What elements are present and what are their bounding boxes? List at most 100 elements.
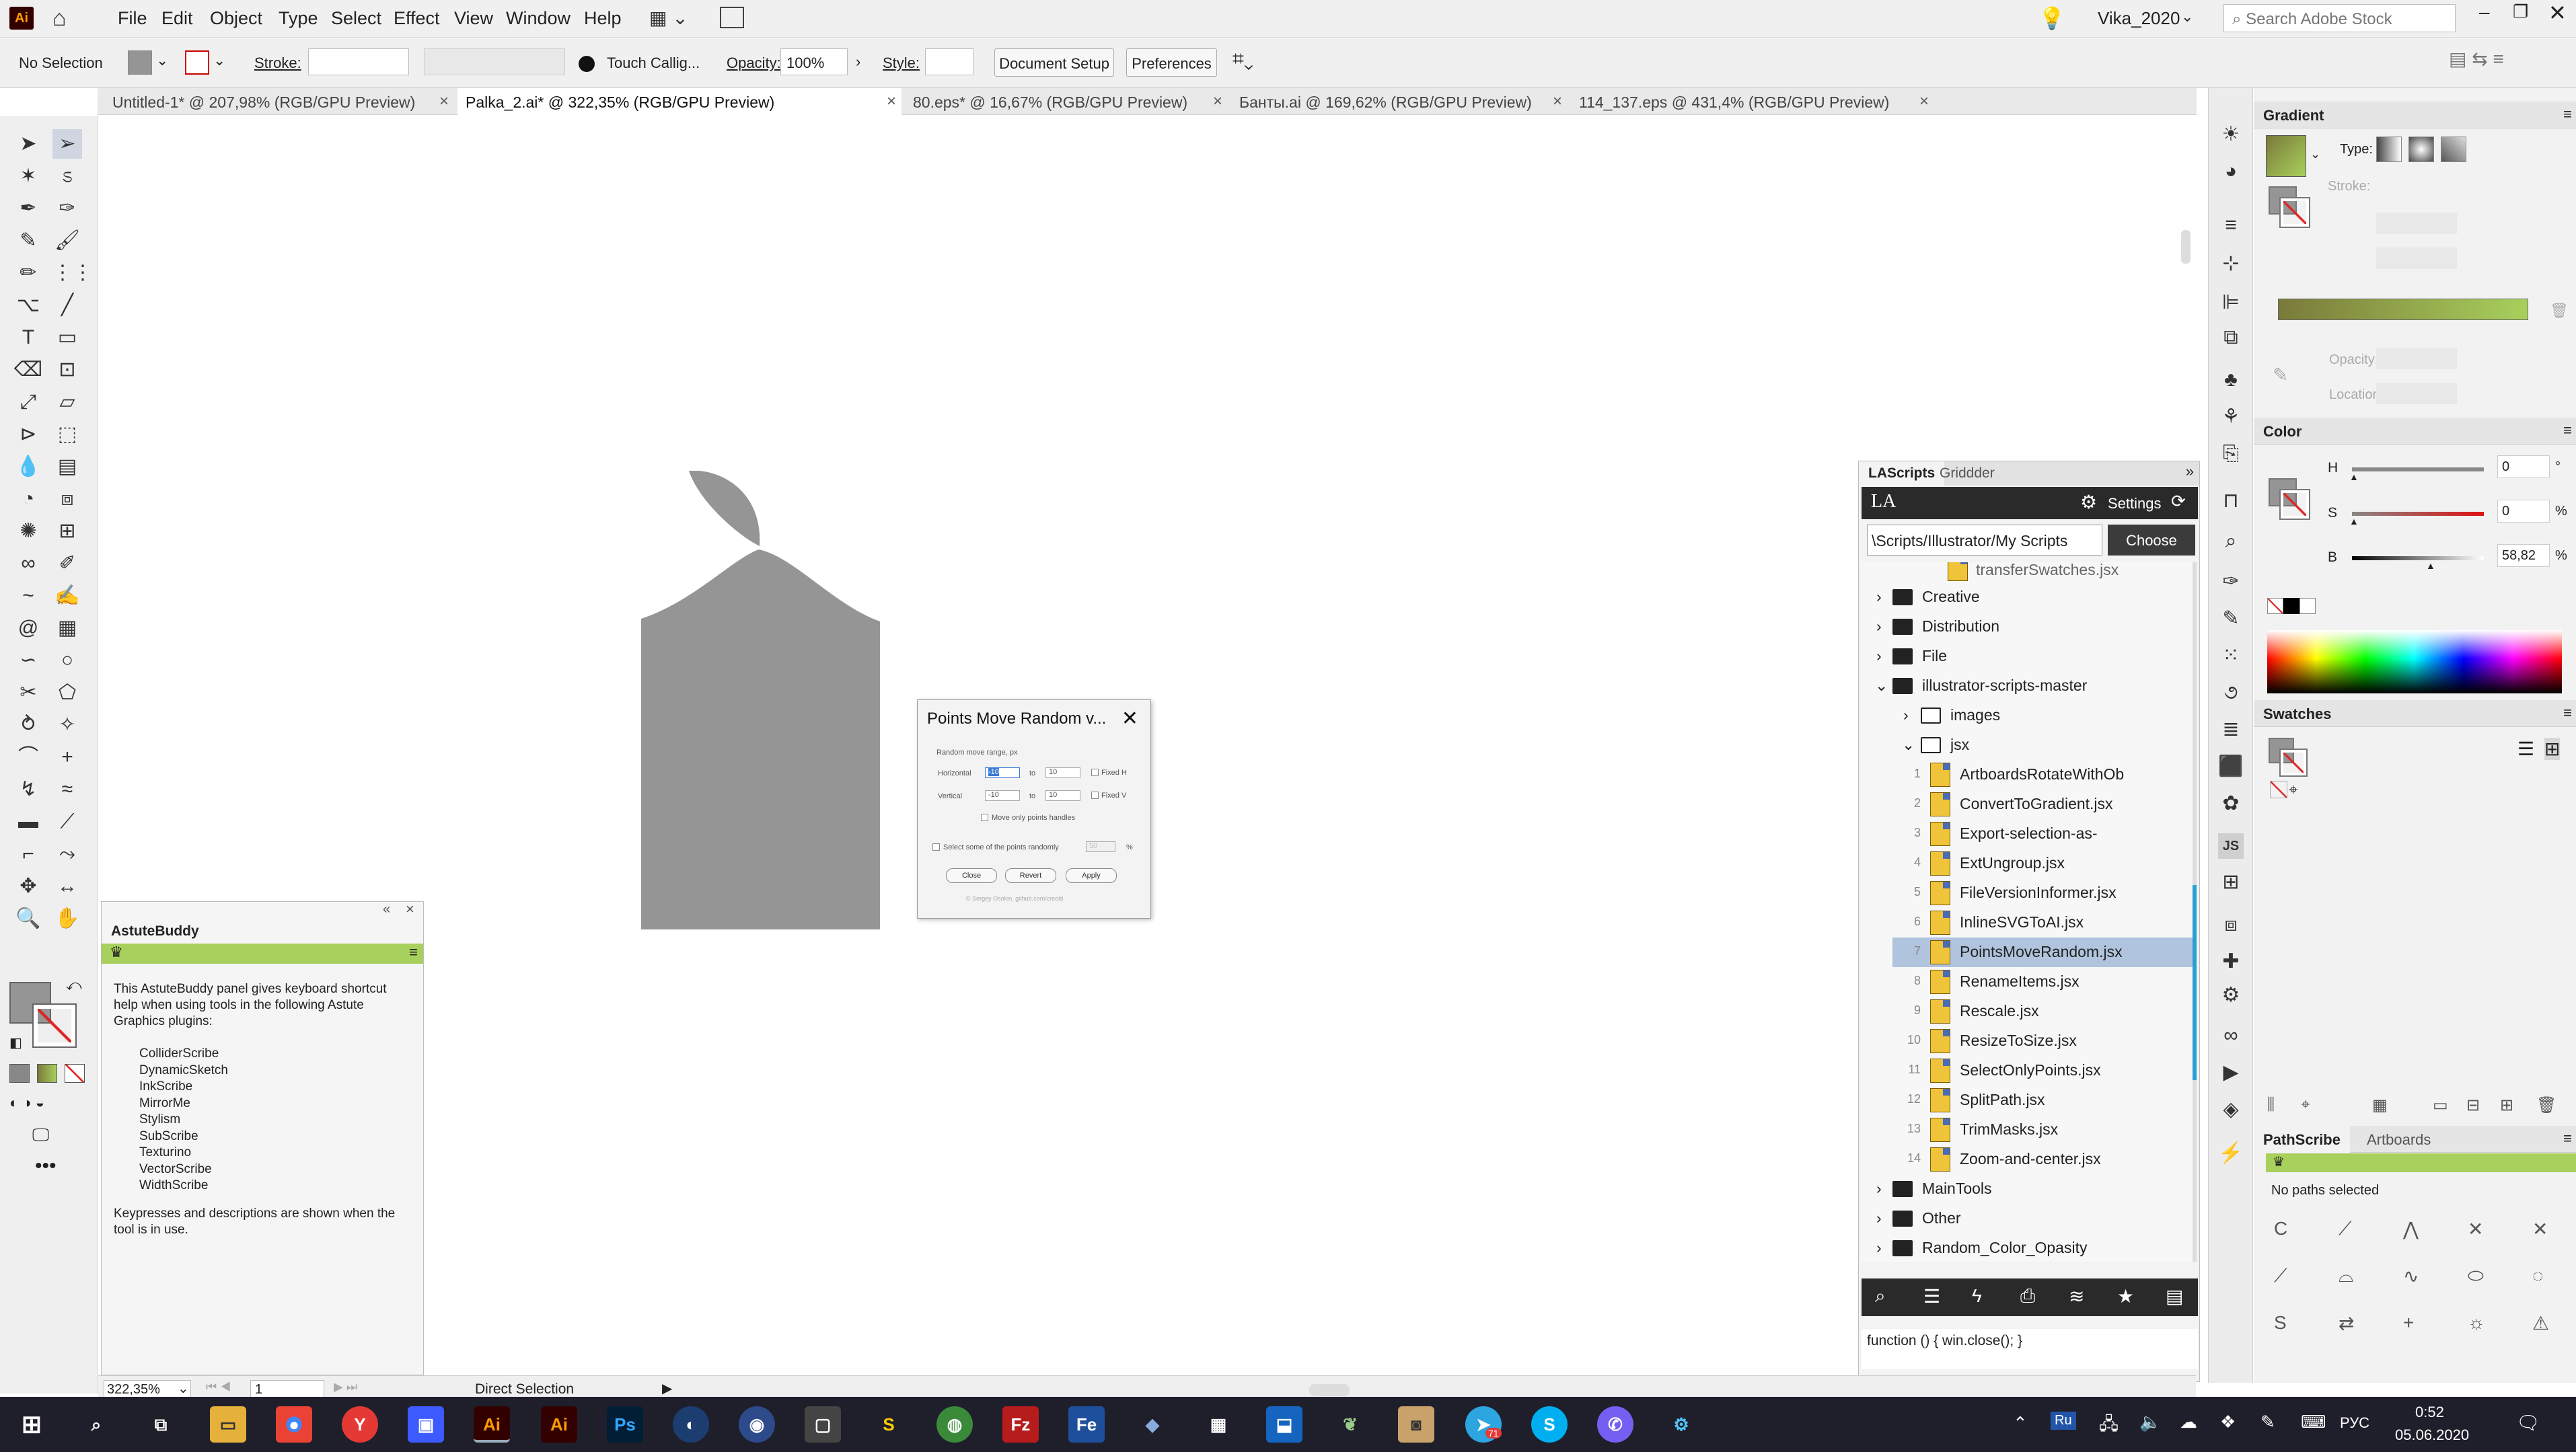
knife-tool-icon[interactable]: ⟋ bbox=[52, 807, 82, 837]
stroke-panel-icon[interactable]: ≡ bbox=[2218, 213, 2244, 238]
lasso-tool-icon[interactable]: ಽ bbox=[52, 161, 82, 191]
file-icon[interactable]: ▤ bbox=[2166, 1285, 2183, 1307]
menu-object[interactable]: Object bbox=[210, 8, 262, 29]
close-tab-icon[interactable]: × bbox=[1553, 92, 1562, 111]
tree-file-row[interactable]: 5 FileVersionInformer.jsx bbox=[1862, 878, 2197, 908]
expand-arrow-icon[interactable]: › bbox=[1876, 1209, 1882, 1227]
magic-wand-tool-icon[interactable]: ✶ bbox=[13, 161, 43, 191]
artboard-nav-next-icon[interactable]: ▶ ⏭ bbox=[334, 1380, 357, 1394]
color-stroke-swatch[interactable] bbox=[2279, 489, 2310, 520]
app-gear-icon[interactable]: ⚙ bbox=[1663, 1406, 1699, 1443]
symbol-sprayer-tool-icon[interactable]: ✺ bbox=[13, 517, 43, 546]
tree-folder-maintools[interactable]: › MainTools bbox=[1862, 1174, 2197, 1204]
trash-icon[interactable]: 🗑 bbox=[2550, 302, 2569, 319]
app-gem-icon[interactable]: ◆ bbox=[1134, 1406, 1171, 1443]
filezilla-icon[interactable]: Fz bbox=[1002, 1406, 1039, 1443]
paintbrush-tool-icon[interactable]: 🖌 bbox=[52, 226, 82, 256]
expand-arrow-icon[interactable]: › bbox=[1876, 1239, 1882, 1257]
box-icon[interactable]: ⬛ bbox=[2218, 754, 2244, 779]
panel-options-icon[interactable]: ▤ ⇆ ≡ bbox=[2449, 48, 2504, 70]
expand-arrow-icon[interactable]: › bbox=[1876, 1180, 1882, 1198]
line-tool-icon[interactable]: ╱ bbox=[52, 291, 82, 320]
anchor-adjust-tool-icon[interactable]: ✥ bbox=[13, 872, 43, 901]
gradient-preview-swatch[interactable] bbox=[2266, 135, 2306, 177]
menu-window[interactable]: Window bbox=[506, 8, 571, 29]
choose-button[interactable]: Choose bbox=[2108, 525, 2195, 556]
tray-pen-icon[interactable]: ✎ bbox=[2260, 1412, 2275, 1432]
inbox-icon[interactable]: ⎙ bbox=[2020, 1285, 2035, 1307]
stroke-chevron-icon[interactable]: ⌄ bbox=[213, 52, 225, 69]
close-tab-icon[interactable]: × bbox=[1213, 92, 1222, 111]
blend-tool-icon[interactable]: ∞ bbox=[13, 549, 43, 578]
play-icon[interactable]: ▶ bbox=[2218, 1060, 2244, 1085]
settings-icon[interactable]: ⚙ bbox=[2218, 983, 2244, 1008]
swatch-options-icon[interactable]: ▦ bbox=[2372, 1096, 2388, 1115]
tree-file-row[interactable]: 7 PointsMoveRandom.jsx bbox=[1892, 938, 2193, 967]
tray-date[interactable]: 05.06.2020 bbox=[2395, 1426, 2469, 1444]
horizontal-from-input[interactable]: -10 bbox=[985, 767, 1020, 778]
screen-mode-icon[interactable]: 🖵 bbox=[32, 1124, 49, 1146]
radial-gradient-icon[interactable] bbox=[2408, 137, 2434, 162]
color-panel-header[interactable]: Color ≡ bbox=[2254, 418, 2576, 445]
puppet-warp-tool-icon[interactable]: ✧ bbox=[52, 710, 82, 740]
menu-file[interactable]: File bbox=[118, 8, 147, 29]
gradient-slider[interactable] bbox=[2278, 299, 2528, 320]
panel-menu-icon[interactable]: ≡ bbox=[2563, 422, 2572, 439]
tray-dropbox-icon[interactable]: ❖ bbox=[2220, 1412, 2236, 1432]
saturation-slider[interactable] bbox=[2352, 512, 2484, 516]
white-swatch[interactable] bbox=[2299, 598, 2316, 614]
list-icon[interactable]: ☰ bbox=[1923, 1285, 1940, 1307]
stroke-tool-icon[interactable]: ≈ bbox=[52, 775, 82, 804]
tree-scrollbar[interactable] bbox=[2193, 562, 2197, 1262]
search-icon[interactable]: ⌕ bbox=[78, 1406, 114, 1443]
close-window-icon[interactable]: ✕ bbox=[2548, 0, 2567, 26]
fixed-v-checkbox[interactable] bbox=[1091, 792, 1099, 799]
collapse-arrow-icon[interactable]: ⌄ bbox=[1902, 736, 1915, 754]
menu-type[interactable]: Type bbox=[279, 8, 318, 29]
swap-icon[interactable]: ⇄ bbox=[2339, 1312, 2354, 1334]
artboard-tool-icon[interactable]: ⊡ bbox=[52, 355, 82, 385]
grid-tool-icon[interactable]: ⋮⋮ bbox=[52, 258, 93, 288]
polygon-tool-icon[interactable]: ⬠ bbox=[52, 678, 82, 708]
search-icon[interactable]: ⌕ bbox=[1875, 1285, 1886, 1307]
graphic-styles-icon[interactable]: ⎘ bbox=[2218, 441, 2244, 467]
viber-icon[interactable]: ✆ bbox=[1597, 1406, 1633, 1443]
tree-row[interactable]: transferSwatches.jsx bbox=[1862, 562, 2197, 582]
fe-icon[interactable]: Fe bbox=[1068, 1406, 1105, 1443]
tray-chevron-icon[interactable]: ⌃ bbox=[2013, 1413, 2028, 1434]
close-button[interactable]: Close bbox=[946, 868, 997, 883]
puppet-icon[interactable]: ⚘ bbox=[2218, 404, 2244, 430]
registration-swatch[interactable]: ⌖ bbox=[2289, 781, 2298, 800]
tab-griddder[interactable]: Griddder bbox=[1940, 465, 1995, 482]
opacity-arrow-icon[interactable]: › bbox=[856, 53, 860, 71]
tab-artboards[interactable]: Artboards bbox=[2367, 1131, 2431, 1149]
none-mode-icon[interactable] bbox=[65, 1064, 85, 1083]
transform-icon[interactable]: ⊹ bbox=[2218, 251, 2244, 276]
scissors-tool-icon[interactable]: ✂ bbox=[13, 678, 43, 708]
fill-swatch[interactable] bbox=[128, 50, 152, 75]
variable-width-dropdown[interactable] bbox=[424, 48, 565, 75]
pathfinder-icon[interactable]: ⧉ bbox=[2218, 325, 2244, 350]
panel-menu-icon[interactable]: ≡ bbox=[2563, 1130, 2572, 1147]
draw-mode-icon[interactable]: ◐ ◑ ◒ bbox=[9, 1094, 44, 1112]
tree-folder-other[interactable]: › Other bbox=[1862, 1204, 2197, 1233]
chrome-icon[interactable]: ● bbox=[276, 1406, 312, 1443]
tray-network-icon[interactable]: 🖧 bbox=[2099, 1412, 2119, 1441]
brightness-value-field[interactable]: 58,82 bbox=[2497, 544, 2550, 567]
tree-folder-illustrator-scripts-master[interactable]: ⌄ illustrator-scripts-master bbox=[1862, 671, 2197, 701]
pencil-tool-icon[interactable]: ✎ bbox=[13, 226, 43, 256]
js-icon[interactable]: JS bbox=[2218, 833, 2244, 859]
selection-tool-icon[interactable]: ➤ bbox=[13, 129, 43, 159]
align-icon[interactable]: ⊫ bbox=[2218, 290, 2244, 315]
tree-file-row[interactable]: 6 InlineSVGToAI.jsx bbox=[1862, 908, 2197, 938]
mesh-tool-icon[interactable]: ⊞ bbox=[52, 517, 82, 546]
tree-folder-jsx[interactable]: ⌄ jsx bbox=[1862, 730, 2197, 760]
candle-shape[interactable] bbox=[639, 471, 881, 935]
home-icon[interactable]: ⌂ bbox=[52, 5, 67, 32]
close-tab-icon[interactable]: × bbox=[439, 92, 449, 111]
fixed-h-checkbox[interactable] bbox=[1091, 769, 1099, 776]
black-swatch[interactable] bbox=[2283, 598, 2299, 614]
gradient-stroke-icon[interactable] bbox=[2279, 197, 2310, 228]
griddder-icon[interactable]: ⊞ bbox=[2218, 870, 2244, 895]
photoshop-icon[interactable]: Ps bbox=[607, 1406, 643, 1443]
